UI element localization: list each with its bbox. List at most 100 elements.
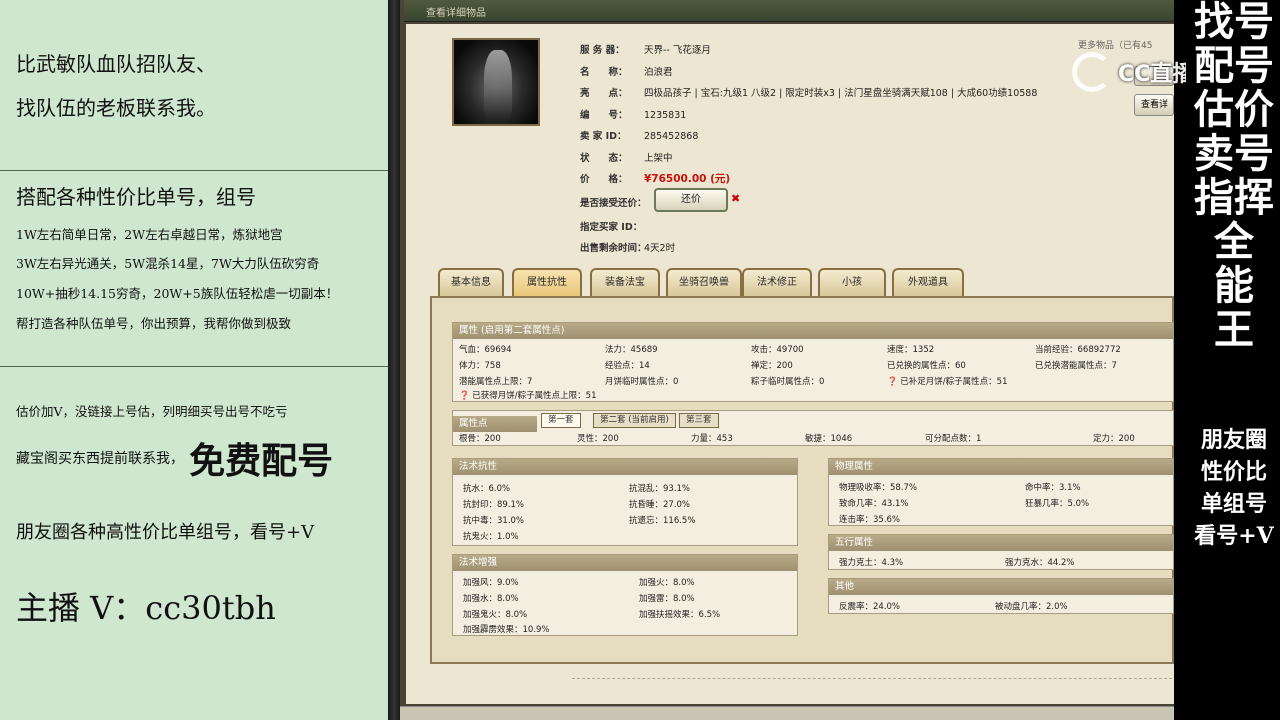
tab-attributes[interactable]: 属性抗性 (512, 268, 582, 296)
slogan-line: 卖号 (1194, 130, 1274, 177)
section-title: 五行属性 (829, 535, 1173, 551)
element-cell: 强力克水：44.2% (1005, 558, 1075, 568)
info-highlights: 亮 点： 四极品孩子 | 宝石:九级1 八级2 | 限定时装x3 | 法门星盘坐骑… (580, 88, 1038, 99)
point-agility: 敏捷：1046 (805, 434, 853, 444)
banner-slogan: 找号 配号 估价 卖号 指挥 全 能 王 (1188, 0, 1280, 352)
horizontal-scrollbar[interactable] (400, 706, 1174, 720)
stat-exchanged-potential: 已兑换潜能属性点：7 (1035, 361, 1117, 371)
tab-equipment[interactable]: 装备法宝 (590, 268, 660, 296)
close-icon: ✖ (731, 192, 741, 205)
slogan-line: 指挥 (1194, 174, 1274, 221)
sub-line: 朋友圈 (1200, 427, 1267, 453)
window-title: 查看详细物品 (426, 8, 486, 19)
stat-obtained-cap: ❓ 已获得月饼/粽子属性点上限：51 (459, 391, 597, 401)
promo-detail-2: 3W左右异光通关，5W混杀14星，7W大力队伍砍穷奇 (16, 256, 320, 271)
stat-exp-points: 经验点：14 (605, 361, 650, 371)
resist-section: 法术抗性 抗水：6.0% 抗混乱：93.1% 抗封印：89.1% 抗昏睡：27.… (452, 458, 798, 546)
promo-detail-4: 帮打造各种队伍单号，你出预算，我帮你做到极致 (16, 316, 292, 331)
resist-cell: 抗遗忘：116.5% (629, 516, 696, 526)
section-title: 法术增强 (453, 555, 797, 571)
resist-cell: 抗水：6.0% (463, 484, 511, 494)
divider (572, 678, 1172, 679)
sub-line: 性价比 (1200, 459, 1267, 485)
stat-potential-cap: 潜能属性点上限：7 (459, 377, 533, 387)
promo-moments: 朋友圈各种高性价比单组号，看号+V (16, 522, 315, 543)
subtab-set-3[interactable]: 第三套 (679, 413, 719, 428)
other-section: 其他 反震率：24.0% 被动盘几率：2.0% (828, 578, 1174, 614)
enhance-cell: 加强雷：8.0% (639, 594, 695, 604)
more-items-link[interactable]: 更多物品（已有45 (1078, 38, 1152, 51)
info-price: 价 格： ¥76500.00 (元) (580, 173, 731, 185)
physical-cell: 连击率：35.6% (839, 515, 901, 525)
subtab-set-1[interactable]: 第一套 (541, 413, 581, 428)
stat-meditation: 禅定：200 (751, 361, 793, 371)
section-title: 其他 (829, 579, 1173, 595)
tab-mounts[interactable]: 坐骑召唤兽 (666, 268, 742, 296)
tab-spell-mods[interactable]: 法术修正 (742, 268, 812, 296)
counter-offer-button[interactable]: 还价 (654, 188, 728, 212)
help-icon[interactable]: ❓ (887, 377, 898, 387)
resist-cell: 抗中毒：31.0% (463, 516, 525, 526)
stat-speed: 速度：1352 (887, 345, 935, 355)
point-unassigned: 可分配点数：1 (925, 434, 982, 444)
tab-appearance[interactable]: 外观道具 (892, 268, 964, 296)
point-focus: 定力：200 (1093, 434, 1135, 444)
enhance-cell: 加强霹雳效果：10.9% (463, 625, 550, 635)
points-section: 属性点 第一套 第二套 (当前启用) 第三套 根骨：200 灵性：200 力量：… (452, 410, 1174, 446)
physical-cell: 狂暴几率：5.0% (1025, 499, 1090, 509)
point-spirit: 灵性：200 (577, 434, 619, 444)
help-icon[interactable]: ❓ (459, 391, 470, 401)
tab-basic-info[interactable]: 基本信息 (438, 268, 504, 296)
promo-line-2: 找队伍的老板联系我。 (16, 96, 216, 120)
enhance-cell: 加强火：8.0% (639, 578, 695, 588)
cc-logo-icon (1072, 52, 1112, 92)
stat-exp: 当前经验：66892772 (1035, 345, 1121, 355)
tab-children[interactable]: 小孩 (818, 268, 886, 296)
promo-detail-1: 1W左右简单日常，2W左右卓越日常，炼狱地宫 (16, 227, 283, 242)
slogan-line: 王 (1214, 306, 1254, 353)
sub-line: 看号+V (1194, 523, 1274, 549)
counter-offer-label: 是否接受还价： (580, 198, 647, 209)
other-cell: 反震率：24.0% (839, 602, 901, 612)
buyer-id-label: 指定买家 ID： (580, 222, 643, 233)
resist-cell: 抗鬼火：1.0% (463, 532, 519, 542)
section-title: 属性点 (453, 416, 537, 432)
stat-exchanged-points: 已兑换的属性点：60 (887, 361, 966, 371)
stat-mp: 法力：45689 (605, 345, 658, 355)
attributes-panel: 属性 (启用第二套属性点) 气血：69694 法力：45689 攻击：49700… (430, 296, 1174, 664)
point-strength: 力量：453 (691, 434, 733, 444)
element-cell: 强力克土：4.3% (839, 558, 904, 568)
subtab-set-2[interactable]: 第二套 (当前启用) (593, 413, 676, 428)
banner-subtext: 朋友圈 性价比 单组号 看号+V (1188, 424, 1280, 552)
enhance-cell: 加强风：9.0% (463, 578, 519, 588)
stat-stamina: 体力：758 (459, 361, 501, 371)
physical-section: 物理属性 物理吸收率：58.7% 命中率：3.1% 致命几率：43.1% 狂暴几… (828, 458, 1174, 526)
resist-cell: 抗混乱：93.1% (629, 484, 691, 494)
character-figure-icon (484, 50, 512, 120)
promo-free-config-text: 藏宝阁买东西提前联系我， (16, 451, 184, 467)
info-number: 编 号： 1235831 (580, 110, 687, 121)
info-name: 名 称： 泊浪君 (580, 67, 673, 78)
promo-heading: 搭配各种性价比单号，组号 (16, 185, 256, 209)
enhance-cell: 加强扶摇效果：6.5% (639, 610, 721, 620)
divider (0, 366, 388, 367)
slogan-line: 估价 (1194, 86, 1274, 133)
promo-free-config-big: 免费配号 (189, 440, 334, 482)
promo-estimate: 估价加V，没链接上号估，列明细买号出号不吃亏 (16, 404, 288, 419)
enhance-cell: 加强水：8.0% (463, 594, 519, 604)
section-title: 法术抗性 (453, 459, 797, 475)
attribute-section: 属性 (启用第二套属性点) 气血：69694 法力：45689 攻击：49700… (452, 322, 1174, 402)
view-detail-button[interactable]: 查看详 (1134, 94, 1174, 116)
five-elements-section: 五行属性 强力克土：4.3% 强力克水：44.2% (828, 534, 1174, 570)
promo-contact: 主播 V：cc30tbh (16, 589, 276, 627)
stat-zongzi-temp: 粽子临时属性点：0 (751, 377, 825, 387)
slogan-line: 找号 (1194, 0, 1274, 45)
stream-watermark: CC直播 (1072, 52, 1194, 92)
remaining-time: 出售剩余时间：4天2时 (580, 243, 676, 254)
panel-separator (388, 0, 400, 720)
promo-panel: 比武敏队血队招队友、 找队伍的老板联系我。 搭配各种性价比单号，组号 1W左右简… (0, 0, 388, 720)
window-titlebar[interactable]: 查看详细物品 (404, 0, 1174, 22)
enhance-section: 法术增强 加强风：9.0% 加强火：8.0% 加强水：8.0% 加强雷：8.0%… (452, 554, 798, 636)
watermark-text: CC直播 (1118, 62, 1195, 87)
item-detail-content: 服 务 器： 天界-- 飞花逐月 名 称： 泊浪君 亮 点： 四极品孩子 | 宝石:九… (406, 24, 1174, 704)
